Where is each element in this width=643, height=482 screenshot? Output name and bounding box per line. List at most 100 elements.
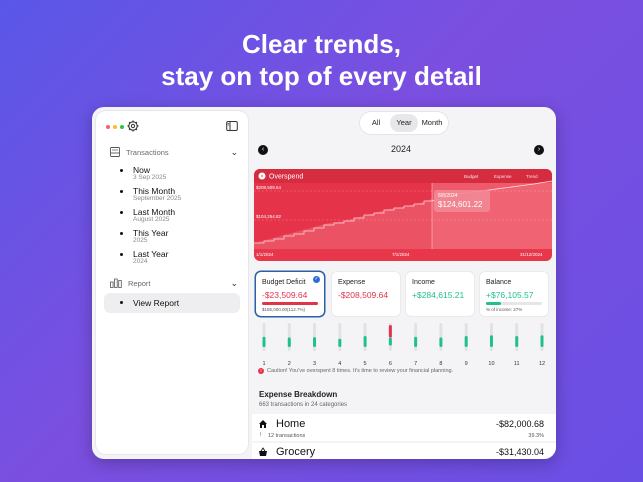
deficit-bar: [262, 302, 318, 305]
breakdown-subtitle: 663 transactions in 24 categories: [259, 402, 348, 408]
alert-text: Caution! You've overspent 8 times. It's …: [267, 368, 454, 374]
month-bar-fill[interactable]: [262, 336, 266, 347]
card-value: +$284,615.21: [412, 290, 465, 300]
card-value: -$23,509.64: [262, 290, 308, 300]
month-bar-fill[interactable]: [363, 336, 367, 347]
close-window-dot[interactable]: [106, 125, 110, 129]
transactions-section-header[interactable]: Transactions ⌄: [110, 144, 238, 160]
month-bar-fill[interactable]: [464, 336, 468, 347]
chevron-down-icon[interactable]: ⌄: [230, 278, 238, 289]
month-label: 8: [439, 361, 442, 367]
month-label: 2: [288, 361, 291, 367]
sidebar-item-subtitle: 2025: [133, 237, 148, 244]
alert-icon: !: [258, 368, 264, 374]
card-title: Expense: [338, 279, 366, 286]
gear-icon[interactable]: [127, 120, 139, 132]
month-bar-fill[interactable]: [414, 336, 418, 347]
month-label: 9: [465, 361, 468, 367]
tooltip-date: 8/8/2024: [438, 193, 458, 199]
legend-expense: Expense: [494, 174, 512, 179]
card-subtext: % of income: 27%: [486, 307, 523, 312]
balance-card[interactable]: Balance +$76,105.57 % of income: 27%: [480, 272, 548, 316]
overspend-x-icon: ×: [261, 174, 264, 180]
month-bar-fill[interactable]: [338, 338, 342, 347]
checkmark-icon: ✓: [313, 276, 320, 283]
legend-budget: Budget: [464, 174, 479, 179]
category-row-home[interactable]: Home -$82,000.68 ↑ 12 transactions 39.3%: [252, 414, 556, 441]
month-bar-fill[interactable]: [439, 337, 443, 347]
monthly-bars-chart: 1 2 3 4 5 6 7 8 9 10 11 12: [262, 323, 545, 367]
headline-line-2: stay on top of every detail: [161, 61, 482, 91]
arrow-up-icon: ↑: [259, 432, 262, 438]
sidebar-item-subtitle: 3 Sep 2025: [133, 174, 167, 181]
category-row-grocery[interactable]: Grocery -$31,430.04: [252, 443, 556, 459]
card-title: Budget Deficit: [262, 279, 306, 286]
budget-deficit-card[interactable]: ✓ Budget Deficit -$23,509.64 $185,000.00…: [256, 272, 324, 316]
month-label: 5: [364, 361, 367, 367]
sidebar: Transactions ⌄ Now 3 Sep 2025 This Month…: [96, 111, 248, 454]
headline-line-1: Clear trends,: [242, 29, 401, 59]
segment-all[interactable]: All: [362, 114, 390, 132]
card-title: Income: [412, 279, 435, 286]
overspend-chart-card[interactable]: × Overspend Budget Expense Trend 8/8/202…: [254, 169, 552, 261]
year-label: 2024: [390, 144, 412, 154]
x-axis-label-start: 1/1/2024: [256, 252, 274, 257]
month-bar-fill[interactable]: [540, 335, 544, 347]
sidebar-item-subtitle: 2024: [133, 258, 148, 265]
month-label: 12: [539, 361, 545, 367]
tooltip-value: $124,601.22: [438, 200, 483, 209]
year-navigator: ‹ 2024 ›: [258, 144, 544, 156]
y-axis-mid-label: $104,254.82: [256, 214, 282, 219]
monthly-bars: 1 2 3 4 5 6 7 8 9 10 11 12: [254, 321, 552, 369]
category-amount: -$31,430.04: [495, 447, 544, 457]
sidebar-toggle-icon[interactable]: [226, 120, 238, 132]
headline: Clear trends, stay on top of every detai…: [0, 28, 643, 92]
bullet-icon: [120, 253, 123, 256]
month-label: 4: [338, 361, 341, 367]
report-section-header[interactable]: Report ⌄: [110, 275, 238, 291]
category-transactions: 12 transactions: [268, 433, 306, 439]
overspend-chart: × Overspend Budget Expense Trend 8/8/202…: [254, 169, 552, 257]
category-name: Home: [276, 418, 306, 430]
sidebar-item-view-report[interactable]: View Report: [104, 293, 240, 313]
month-bar-fill[interactable]: [287, 337, 291, 347]
house-icon: [259, 420, 267, 428]
month-bar-fill[interactable]: [313, 337, 317, 347]
expense-card[interactable]: Expense -$208,509.64: [332, 272, 400, 316]
window-controls[interactable]: [106, 125, 124, 129]
period-segmented-control[interactable]: All Year Month: [360, 112, 448, 134]
category-name: Grocery: [276, 446, 316, 458]
x-axis-label-mid: 7/1/2024: [392, 252, 410, 257]
month-bar-fill[interactable]: [515, 336, 519, 347]
overspend-alert: ! Caution! You've overspent 8 times. It'…: [258, 368, 453, 374]
month-label: 10: [488, 361, 494, 367]
main-content: All Year Month ‹ 2024 › × Overspend Budg…: [252, 107, 556, 459]
month-bar-fill[interactable]: [388, 325, 392, 338]
view-report-label: View Report: [133, 298, 180, 308]
sidebar-item-subtitle: August 2025: [133, 216, 170, 223]
month-bar-fill[interactable]: [489, 335, 493, 347]
chevron-down-icon[interactable]: ⌄: [230, 147, 238, 158]
month-label: 11: [514, 361, 520, 367]
bullet-icon: [120, 301, 123, 304]
segment-month[interactable]: Month: [418, 114, 446, 132]
sidebar-item-subtitle: September 2025: [133, 195, 182, 202]
minimize-window-dot[interactable]: [113, 125, 117, 129]
card-value: +$76,105.57: [486, 290, 534, 300]
bullet-icon: [120, 190, 123, 193]
month-label: 3: [313, 361, 316, 367]
balance-bar-fill: [486, 302, 501, 305]
bullet-icon: [120, 169, 123, 172]
month-bar-fill-green: [388, 337, 392, 346]
income-card[interactable]: Income +$284,615.21: [406, 272, 474, 316]
bar-chart-icon: [110, 278, 122, 288]
segment-year[interactable]: Year: [390, 114, 418, 132]
month-label: 1: [262, 361, 265, 367]
report-label: Report: [128, 278, 151, 288]
zoom-window-dot[interactable]: [120, 125, 124, 129]
overspend-title: Overspend: [269, 174, 303, 181]
card-title: Balance: [486, 279, 512, 286]
summary-cards: ✓ Budget Deficit -$23,509.64 $185,000.00…: [254, 272, 552, 316]
legend-trend: Trend: [526, 174, 538, 179]
next-year-button[interactable]: ›: [534, 145, 544, 155]
